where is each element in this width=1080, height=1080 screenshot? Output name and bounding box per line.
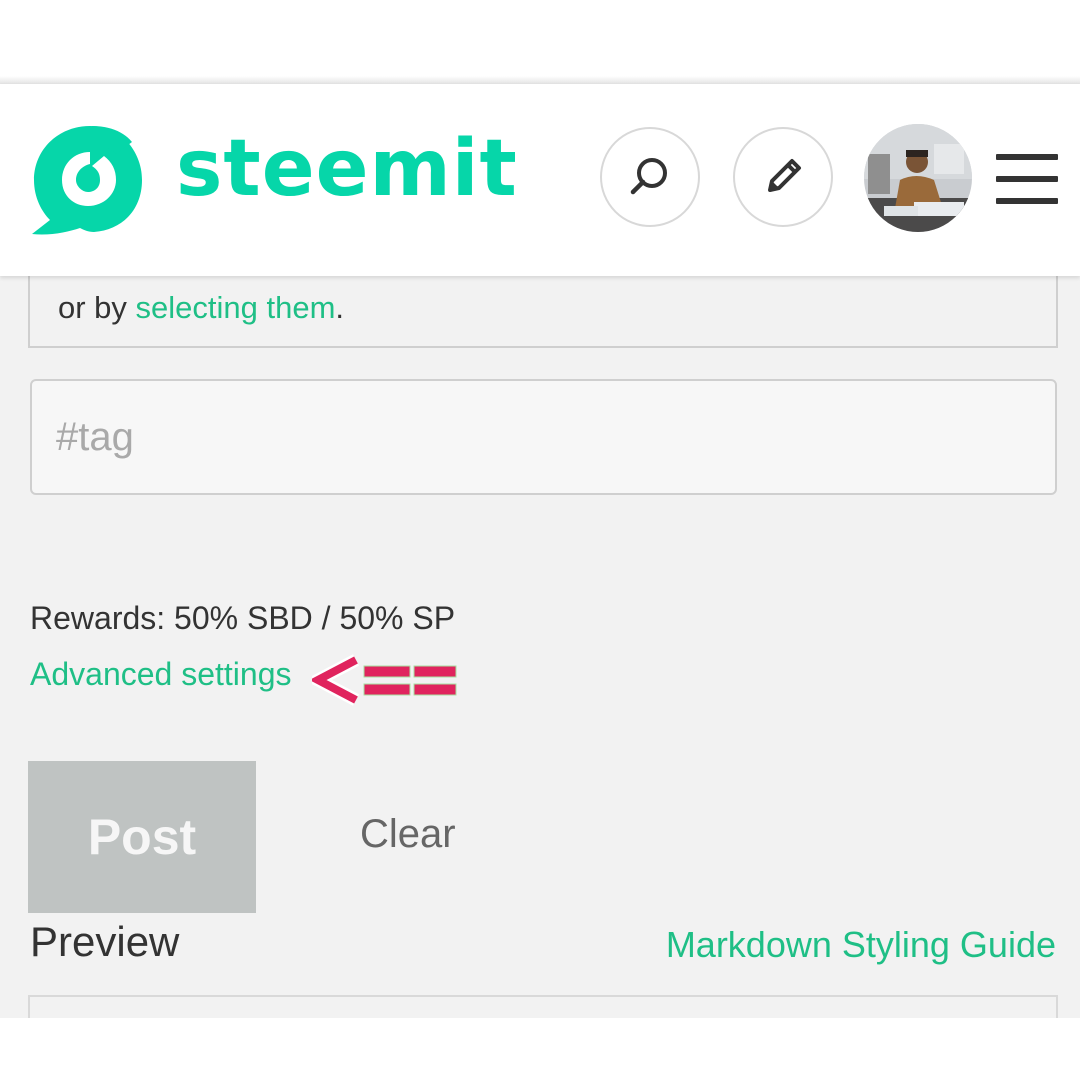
search-button[interactable]	[600, 127, 700, 227]
pencil-icon	[768, 159, 801, 192]
preview-box	[28, 995, 1058, 1018]
post-button[interactable]: Post	[28, 761, 256, 913]
tags-hint-text: or by selecting them.	[58, 290, 344, 326]
clear-button[interactable]: Clear	[360, 812, 456, 857]
tags-hint-suffix: .	[335, 290, 345, 325]
select-tags-link[interactable]: selecting them	[136, 290, 336, 325]
steemit-logo-icon[interactable]	[28, 120, 144, 240]
rewards-text: Rewards: 50% SBD / 50% SP	[30, 600, 456, 636]
create-post-button[interactable]	[733, 127, 833, 227]
search-icon	[630, 158, 667, 195]
status-bar-shadow	[0, 76, 1080, 84]
avatar-photo	[864, 124, 972, 232]
bottom-bar	[0, 1018, 1080, 1080]
preview-heading: Preview	[30, 918, 180, 965]
user-avatar[interactable]	[864, 124, 972, 232]
tag-input[interactable]	[30, 379, 1057, 495]
annotation-arrow-icon	[312, 654, 457, 706]
markdown-styling-guide-link[interactable]: Markdown Styling Guide	[666, 924, 1056, 966]
hamburger-menu-icon[interactable]	[996, 154, 1058, 204]
advanced-settings-link[interactable]: Advanced settings	[30, 656, 292, 693]
tags-hint-prefix: or by	[58, 290, 136, 325]
steemit-wordmark[interactable]: steemit	[176, 130, 518, 208]
